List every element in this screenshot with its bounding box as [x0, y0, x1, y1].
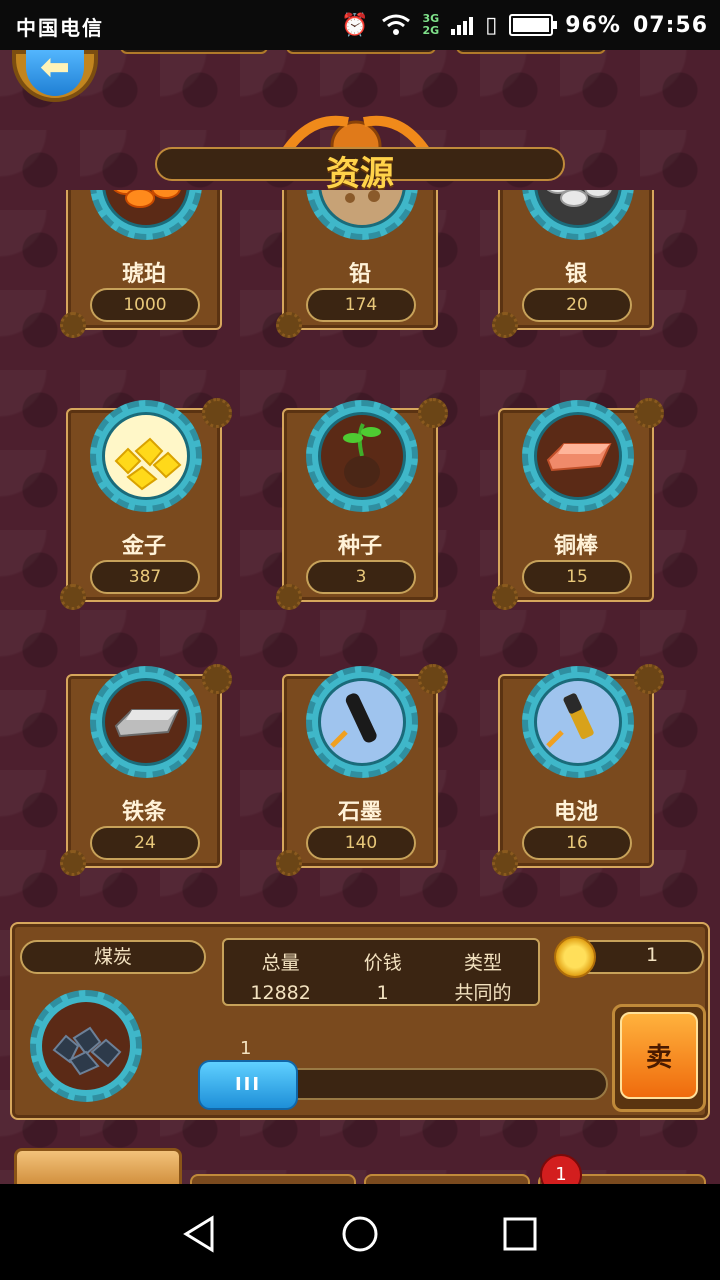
coal-badge [30, 990, 142, 1102]
resource-card-iron-bar[interactable]: 铁条 24 [60, 664, 232, 876]
resource-quantity: 24 [90, 826, 200, 860]
sale-value: 1 [645, 944, 659, 966]
recents-nav-icon[interactable] [498, 1212, 542, 1256]
resource-stats: 总量 12882 价钱 1 类型 共同的 [222, 938, 540, 1006]
amber-badge [90, 190, 202, 240]
resource-list[interactable]: 琥珀 1000 铅 174 银 20 金子 387 种子 3 铜棒 15 铁条 … [0, 190, 720, 890]
resource-name: 铜棒 [553, 534, 598, 559]
iron-bar-badge [90, 666, 202, 778]
resource-name: 金子 [121, 534, 166, 559]
back-nav-icon[interactable] [178, 1212, 222, 1256]
resource-quantity: 174 [306, 288, 416, 322]
back-button[interactable]: ⬅ [12, 50, 98, 102]
hud-coins-pill [286, 50, 436, 54]
seed-icon [318, 412, 406, 500]
stat-type: 类型 共同的 [454, 952, 512, 1004]
battery-icon [509, 14, 558, 36]
network-type: 3G 2G [422, 12, 440, 37]
page-title: 资源 [326, 154, 394, 194]
resource-quantity: 15 [522, 560, 632, 594]
selected-resource-panel: 煤炭 总量 12882 价钱 1 类型 共同的 1 1 III 卖 [10, 922, 710, 1120]
stat-total: 总量 12882 [250, 952, 311, 1004]
resource-card-graphite[interactable]: 石墨 140 [276, 664, 448, 876]
resource-card-seed[interactable]: 种子 3 [276, 398, 448, 610]
signal-icon [451, 15, 474, 35]
slider-handle[interactable]: III [198, 1060, 298, 1110]
resource-card-silver[interactable]: 银 20 [492, 190, 654, 338]
carrier-name: 中国电信 [16, 16, 104, 40]
tab-3[interactable] [364, 1174, 530, 1184]
copper-bar-badge [522, 400, 634, 512]
resource-quantity: 387 [90, 560, 200, 594]
seed-badge [306, 400, 418, 512]
status-bar: 中国电信 ⏰ 3G 2G ▯ 96% 07:56 [0, 0, 720, 50]
resource-card-lead[interactable]: 铅 174 [276, 190, 438, 338]
coin-icon [554, 936, 596, 978]
resource-quantity: 3 [306, 560, 416, 594]
graphite-badge [306, 666, 418, 778]
tab-2[interactable] [190, 1174, 356, 1184]
sell-button[interactable]: 卖 [612, 1004, 706, 1112]
sim-icon: ▯ [485, 12, 498, 38]
resource-card-gold[interactable]: 金子 387 [60, 398, 232, 610]
sell-amount: 1 [240, 1038, 252, 1059]
resource-card-battery[interactable]: 电池 16 [492, 664, 664, 876]
clock: 07:56 [632, 12, 708, 38]
resource-name: 铁条 [121, 800, 166, 825]
resource-quantity: 16 [522, 826, 632, 860]
wifi-icon [381, 14, 410, 35]
resource-card-amber[interactable]: 琥珀 1000 [60, 190, 222, 338]
arrow-left-icon: ⬅ [26, 50, 84, 96]
coal-icon [42, 1002, 130, 1090]
lead-icon [318, 190, 406, 228]
resource-quantity: 20 [522, 288, 632, 322]
tab-1[interactable] [14, 1148, 182, 1184]
hud-energy-pill [456, 50, 606, 54]
battery-icon [534, 678, 622, 766]
resource-name: 种子 [337, 534, 382, 559]
gold-icon [102, 412, 190, 500]
gold-badge [90, 400, 202, 512]
silver-badge [522, 190, 634, 240]
resource-name: 银 [564, 262, 587, 287]
game-area: ⬅ 资源 琥珀 1000 铅 174 银 20 金子 387 种子 3 铜棒 1… [0, 50, 720, 1184]
copper-bar-icon [534, 412, 622, 500]
resource-quantity: 1000 [90, 288, 200, 322]
hud-level-pill [120, 50, 268, 54]
stat-price: 价钱 1 [363, 952, 402, 1004]
resource-name: 石墨 [337, 800, 382, 825]
resource-name: 琥珀 [121, 262, 166, 287]
resource-name: 铅 [348, 262, 371, 287]
resource-name: 电池 [553, 800, 598, 825]
selected-resource-name: 煤炭 [20, 940, 206, 974]
resource-quantity: 140 [306, 826, 416, 860]
lead-badge [306, 190, 418, 240]
sell-button-label: 卖 [620, 1012, 698, 1099]
battery-badge [522, 666, 634, 778]
battery-level: 96% [565, 12, 621, 38]
amber-icon [102, 190, 190, 228]
graphite-icon [318, 678, 406, 766]
alarm-icon: ⏰ [341, 12, 369, 38]
iron-bar-icon [102, 678, 190, 766]
resource-card-copper-bar[interactable]: 铜棒 15 [492, 398, 664, 610]
home-nav-icon[interactable] [338, 1212, 382, 1256]
notification-badge: 1 [540, 1154, 582, 1184]
android-nav-bar [0, 1184, 720, 1280]
silver-icon [534, 190, 622, 228]
